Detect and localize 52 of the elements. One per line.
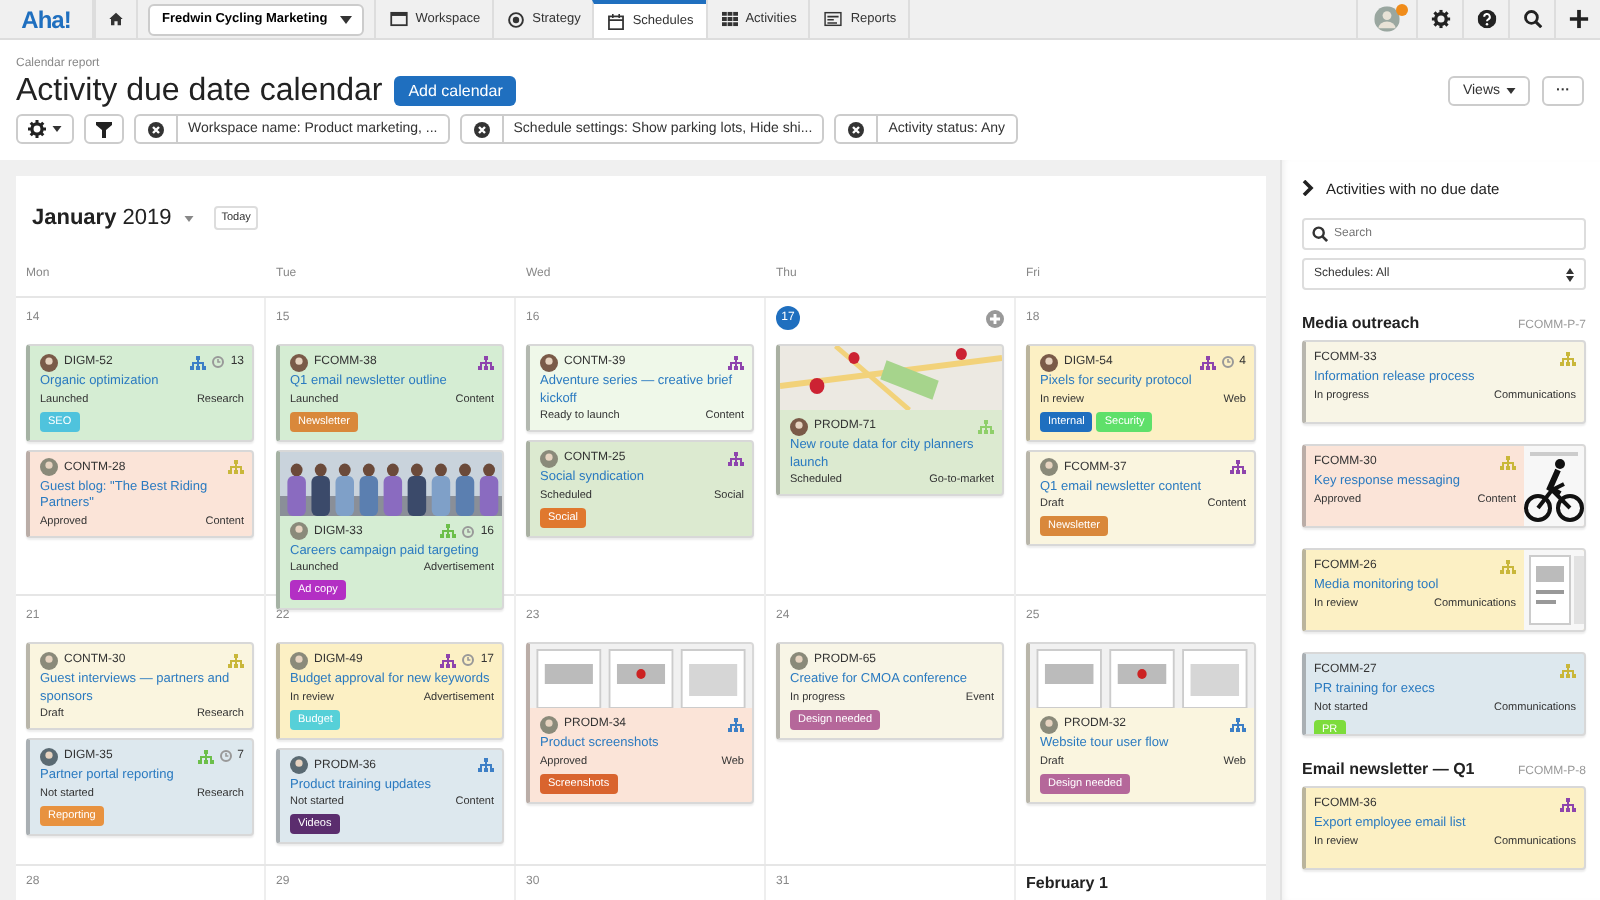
avatar-icon (540, 449, 558, 467)
avatar-icon (40, 651, 58, 669)
month-title[interactable]: January 2019 (32, 206, 172, 230)
add-calendar-button[interactable]: Add calendar (394, 76, 517, 106)
avatar-icon (290, 522, 308, 540)
avatar-icon (790, 651, 808, 669)
avatar-icon (290, 651, 308, 669)
chevron-icon[interactable] (1302, 180, 1314, 196)
avatar-icon (40, 353, 58, 371)
plus-icon (1568, 9, 1588, 29)
settings-icon (28, 120, 46, 138)
clock-icon (462, 654, 475, 666)
caret-icon[interactable] (183, 215, 194, 221)
target-icon (508, 11, 525, 27)
report-icon (824, 11, 843, 27)
clock-icon (219, 750, 232, 762)
calendar-icon (608, 13, 625, 29)
filter-button[interactable] (84, 114, 124, 144)
avatar-icon (1040, 353, 1058, 371)
clock-icon (212, 356, 225, 368)
clock-icon (1221, 356, 1234, 368)
settings-icon (1430, 9, 1450, 29)
clock-icon (462, 525, 475, 537)
avatar-icon (290, 353, 308, 371)
avatar-icon (40, 747, 58, 765)
window-icon (389, 11, 408, 27)
home-icon (109, 9, 123, 29)
caret-icon (52, 126, 62, 132)
sort-icon (1566, 267, 1574, 281)
caret-icon (1506, 88, 1516, 94)
group-title: Media outreach (1302, 314, 1420, 332)
caret-icon (339, 15, 352, 23)
avatar-icon (290, 756, 308, 774)
avatar-icon (790, 417, 808, 435)
logo[interactable]: Aha! (0, 0, 94, 38)
date-label: February 1 (1026, 873, 1108, 891)
search-icon (1522, 9, 1542, 29)
page-title: Activity due date calendar (16, 73, 383, 109)
help-icon (1476, 9, 1496, 29)
avatar-icon (40, 458, 58, 476)
add-icon[interactable] (986, 309, 1004, 327)
home-button[interactable] (94, 0, 138, 38)
avatar-icon (1374, 6, 1400, 32)
avatar-icon (540, 715, 558, 733)
search-icon (1312, 226, 1328, 242)
filter-icon (96, 121, 112, 137)
avatar-icon (1040, 715, 1058, 733)
settings-dropdown[interactable] (16, 114, 74, 144)
avatar-icon (1040, 458, 1058, 476)
avatar-icon (540, 353, 558, 371)
group-title: Email newsletter — Q1 (1302, 760, 1475, 778)
grid-icon (721, 11, 738, 27)
